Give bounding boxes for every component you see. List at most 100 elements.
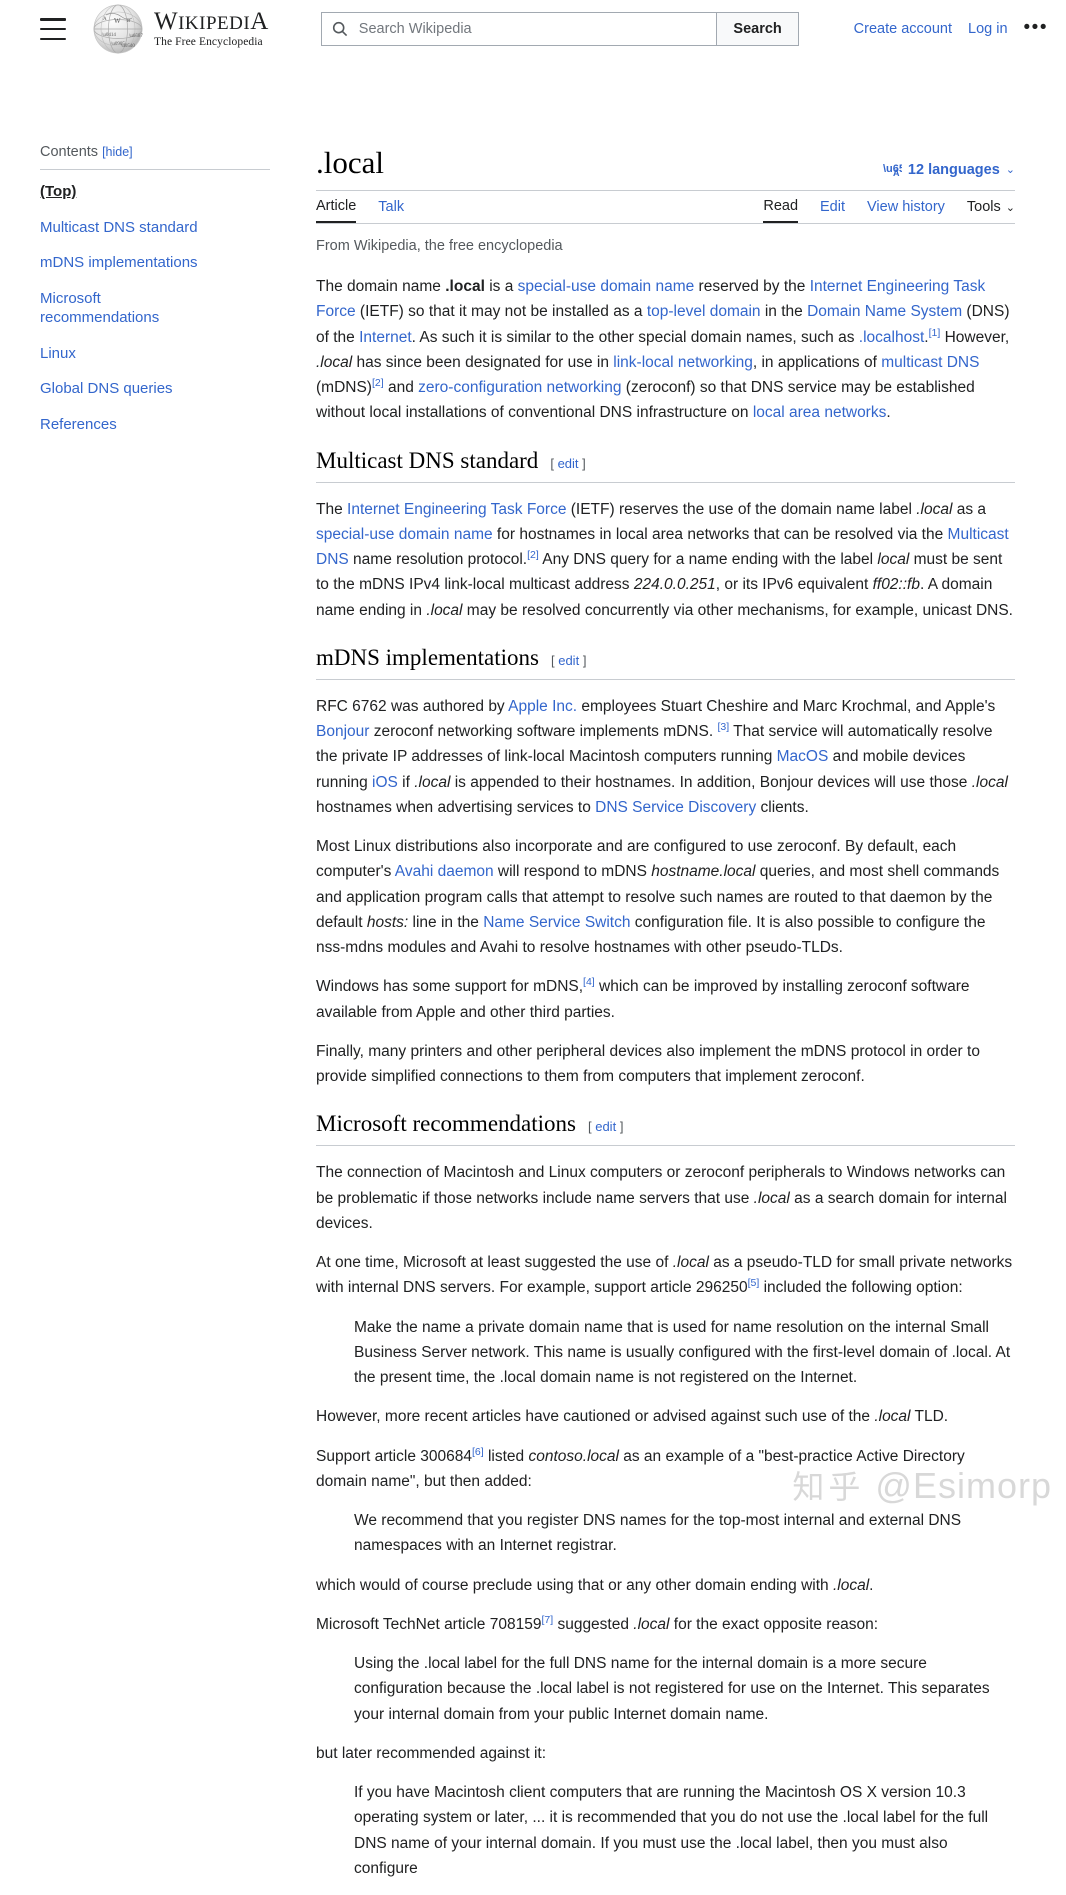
reference-6[interactable]: [6] — [472, 1446, 484, 1458]
link-special-use-domain-name[interactable]: special-use domain name — [316, 526, 493, 543]
link-name-service-switch[interactable]: Name Service Switch — [483, 914, 630, 931]
text: included the following option: — [759, 1279, 963, 1297]
text: employees Stuart Cheshire and Marc Kroch… — [577, 697, 996, 715]
svg-text:A: A — [103, 17, 107, 22]
reference-5[interactable]: [5] — [748, 1277, 760, 1289]
link-link-local-networking[interactable]: link-local networking — [613, 354, 753, 371]
reference-link[interactable]: [2] — [372, 377, 384, 389]
search-button[interactable]: Search — [716, 12, 799, 46]
reference-link[interactable]: [1] — [929, 327, 941, 339]
tools-menu-button[interactable]: Tools ⌄ — [967, 199, 1015, 222]
reference-link[interactable]: [3] — [717, 721, 729, 733]
paragraph: RFC 6762 was authored by Apple Inc. empl… — [316, 694, 1015, 820]
toc-link[interactable]: Microsoft recommendations — [40, 289, 160, 328]
hamburger-bar — [40, 27, 66, 31]
text: . — [869, 1576, 874, 1594]
tab-article[interactable]: Article — [316, 198, 357, 224]
link-bonjour[interactable]: Bonjour — [316, 723, 369, 740]
blockquote-296250: Make the name a private domain name that… — [354, 1318, 1011, 1387]
section-edit-link[interactable]: [ edit ] — [551, 653, 586, 668]
svg-text:\u6587: \u6587 — [129, 34, 143, 39]
hamburger-icon[interactable] — [40, 18, 66, 40]
reference-link[interactable]: [6] — [472, 1446, 484, 1458]
paragraph: The Internet Engineering Task Force (IET… — [316, 497, 1015, 623]
toc-item-multicast-dns-standard[interactable]: Multicast DNS standard — [40, 210, 270, 246]
toc-item-microsoft-recommendations[interactable]: Microsoft recommendations — [40, 281, 270, 336]
toc-link[interactable]: Multicast DNS standard — [40, 218, 198, 238]
toc-item-global-dns-queries[interactable]: Global DNS queries — [40, 371, 270, 407]
link-special-use-domain-name[interactable]: special-use domain name — [518, 278, 695, 295]
tab-edit[interactable]: Edit — [820, 199, 845, 222]
italic-local: .local — [426, 601, 463, 619]
search-icon — [332, 21, 347, 37]
blockquote-708159: Using the .local label for the full DNS … — [354, 1655, 990, 1723]
reference-link[interactable]: [7] — [541, 1614, 553, 1626]
reference-link[interactable]: [4] — [583, 976, 595, 988]
tab-read[interactable]: Read — [763, 198, 799, 224]
text: and — [383, 379, 419, 397]
language-selector-button[interactable]: \u6587 A 12 languages ⌄ — [883, 161, 1015, 181]
tab-view-history[interactable]: View history — [867, 199, 945, 222]
search-bar[interactable]: Search — [320, 12, 799, 46]
link-domain-name-system[interactable]: Domain Name System — [807, 303, 962, 320]
reference-3[interactable]: [3] — [717, 721, 729, 733]
toc-link[interactable]: Linux — [40, 344, 76, 364]
more-options-icon[interactable]: ••• — [1024, 18, 1048, 41]
link-local-area-networks[interactable]: local area networks — [753, 404, 887, 421]
reference-1[interactable]: [1] — [929, 327, 941, 339]
toc-hide-button[interactable]: [hide] — [102, 145, 133, 159]
link-dns-service-discovery[interactable]: DNS Service Discovery — [595, 799, 756, 816]
toc-link[interactable]: Global DNS queries — [40, 379, 173, 399]
search-input[interactable] — [356, 20, 707, 38]
tab-talk[interactable]: Talk — [378, 199, 404, 222]
page-title: .local — [316, 145, 384, 180]
text: suggested — [553, 1615, 634, 1633]
link-macos[interactable]: MacOS — [777, 748, 829, 765]
link-ietf[interactable]: Internet Engineering Task Force — [347, 501, 566, 518]
text: may be resolved concurrently via other m… — [462, 601, 1013, 619]
italic-local: .local — [874, 1408, 911, 1426]
text: (IETF) so that it may not be installed a… — [355, 303, 647, 321]
wikipedia-logo[interactable]: W A B \u0414 \u6587 \u0905 \u05d0 WIKIPE… — [92, 3, 269, 55]
text: for hostnames in local area networks tha… — [492, 525, 948, 543]
section-edit-link[interactable]: [ edit ] — [588, 1119, 623, 1134]
link-avahi-daemon[interactable]: Avahi daemon — [395, 863, 494, 880]
text: zeroconf networking software implements … — [369, 723, 718, 741]
link-multicast-dns[interactable]: multicast DNS — [881, 354, 979, 371]
reference-link[interactable]: [5] — [748, 1277, 760, 1289]
toc-link[interactable]: mDNS implementations — [40, 253, 198, 273]
link-internet[interactable]: Internet — [359, 329, 412, 346]
toc-item-mdns-implementations[interactable]: mDNS implementations — [40, 245, 270, 281]
toc-item-linux[interactable]: Linux — [40, 336, 270, 372]
log-in-link[interactable]: Log in — [968, 21, 1008, 37]
toc-link[interactable]: References — [40, 415, 117, 435]
page-body: Contents [hide] (Top) Multicast DNS stan… — [0, 58, 1066, 1895]
italic-local: .local — [414, 773, 451, 791]
italic-local: .local — [916, 500, 953, 518]
reference-4[interactable]: [4] — [583, 976, 595, 988]
link-apple-inc[interactable]: Apple Inc. — [508, 698, 577, 715]
toc-link[interactable]: (Top) — [40, 182, 76, 202]
link-zero-configuration-networking[interactable]: zero-configuration networking — [418, 379, 621, 396]
reference-7[interactable]: [7] — [541, 1614, 553, 1626]
reference-2[interactable]: [2] — [372, 377, 384, 389]
link-ios[interactable]: iOS — [372, 774, 398, 791]
text: , in applications of — [752, 353, 882, 371]
link-top-level-domain[interactable]: top-level domain — [647, 303, 761, 320]
toc-item-references[interactable]: References — [40, 407, 270, 443]
section-heading-microsoft-recommendations: Microsoft recommendations [ edit ] — [316, 1111, 1015, 1147]
search-box[interactable] — [320, 12, 717, 46]
chevron-down-icon: ⌄ — [1005, 164, 1015, 177]
svg-text:\u05d0: \u05d0 — [121, 44, 135, 49]
text: is appended to their hostnames. In addit… — [450, 773, 972, 791]
italic-local: .local — [672, 1254, 709, 1272]
reference-2[interactable]: [2] — [527, 549, 539, 561]
svg-text:W: W — [114, 17, 121, 25]
reference-link[interactable]: [2] — [527, 549, 539, 561]
toc-item-top[interactable]: (Top) — [40, 174, 270, 210]
create-account-link[interactable]: Create account — [854, 21, 952, 37]
text: listed — [483, 1447, 529, 1465]
chevron-down-icon: ⌄ — [1005, 201, 1015, 214]
section-edit-link[interactable]: [ edit ] — [550, 456, 585, 471]
link-localhost[interactable]: .localhost — [859, 329, 924, 346]
